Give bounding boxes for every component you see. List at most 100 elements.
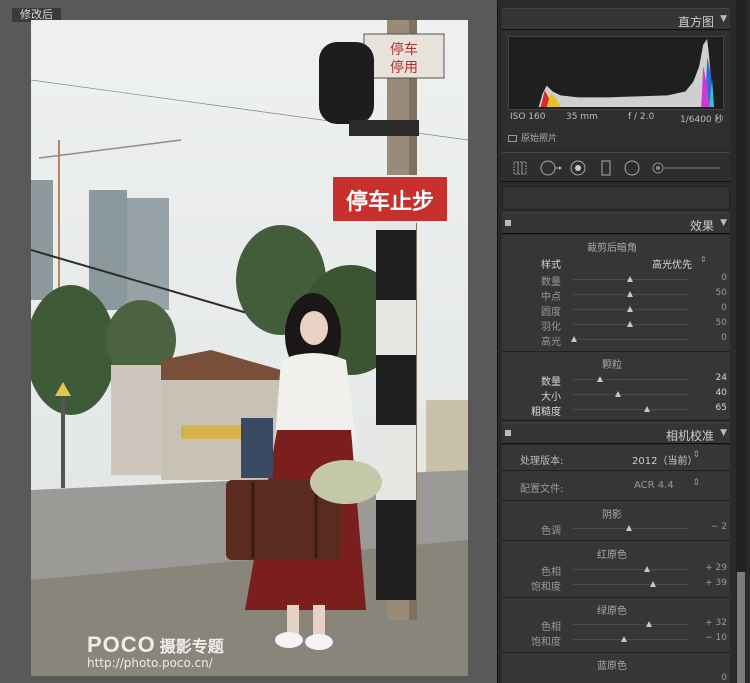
top-sign-line1: 停车 (390, 41, 418, 58)
adjustment-brush-slider-icon[interactable] (652, 160, 722, 176)
slider-value[interactable]: 0 (721, 333, 727, 343)
histogram-title: 直方图 (677, 15, 714, 29)
tool-strip (502, 152, 730, 182)
panel-switch-icon[interactable] (505, 430, 511, 436)
focal-length-value: 35 mm (566, 112, 598, 122)
spot-removal-icon[interactable] (540, 160, 562, 176)
camera-calibration-panel-header[interactable]: 相机校准 ▼ (502, 422, 730, 444)
dropdown-arrows-icon[interactable]: ⇕ (692, 478, 700, 488)
slider-row[interactable]: 数量 0 (502, 272, 730, 288)
process-version-value[interactable]: 2012（当前） (632, 452, 697, 467)
slider-thumb[interactable] (625, 525, 632, 531)
crop-overlay-icon[interactable] (512, 160, 528, 176)
slider-value[interactable]: 65 (716, 403, 727, 413)
slider-track[interactable] (572, 624, 688, 625)
blue-hue-value: 0 (721, 673, 727, 683)
slider-row[interactable]: 中点 50 (502, 287, 730, 303)
original-photo-label: 原始照片 (521, 134, 558, 144)
divider (502, 540, 730, 541)
slider-label: 高光 (541, 337, 561, 348)
slider-label: 色相 (541, 622, 561, 633)
graduated-filter-icon[interactable] (598, 160, 614, 176)
slider-row[interactable]: 圆度 0 (502, 302, 730, 318)
watermark-title: 摄影专题 (159, 637, 224, 656)
slider-row[interactable]: 高光 0 (502, 332, 730, 348)
slider-thumb[interactable] (645, 621, 652, 627)
slider-thumb[interactable] (596, 376, 603, 382)
profile-value[interactable]: ACR 4.4 (634, 480, 674, 491)
slider-value[interactable]: 0 (721, 303, 727, 313)
slider-track[interactable] (572, 639, 688, 640)
red-primary-heading: 红原色 (597, 550, 627, 561)
histogram-panel-header[interactable]: 直方图 ▼ (502, 8, 730, 30)
profile-label: 配置文件: (520, 484, 564, 495)
slider-thumb[interactable] (615, 391, 622, 397)
panel-switch-icon[interactable] (505, 220, 511, 226)
vignette-style-row[interactable]: 样式 高光优先 ⇕ (502, 255, 730, 271)
blue-hue-row[interactable]: 0 (502, 672, 730, 683)
original-photo-checkbox[interactable] (508, 135, 517, 142)
slider-row[interactable]: 数量 24 (502, 372, 730, 388)
vignette-style-value[interactable]: 高光优先 (652, 256, 692, 271)
slider-value[interactable]: 50 (716, 288, 727, 298)
slider-thumb[interactable] (649, 581, 656, 587)
iso-value: ISO 160 (510, 112, 546, 122)
process-version-row[interactable]: 处理版本: 2012（当前） ⇕ (502, 450, 730, 467)
watermark-brand: POCO (87, 632, 156, 657)
slider-value[interactable]: 50 (716, 318, 727, 328)
slider-value[interactable]: 40 (716, 388, 727, 398)
shadows-heading: 阴影 (602, 510, 622, 521)
slider-value[interactable]: − 10 (705, 633, 727, 643)
slider-row[interactable]: 饱和度 − 10 (502, 632, 730, 648)
slider-row[interactable]: 色相 + 32 (502, 617, 730, 633)
collapse-triangle-icon[interactable]: ▼ (720, 14, 727, 24)
slider-label: 粗糙度 (531, 407, 561, 418)
dropdown-arrows-icon[interactable]: ⇕ (700, 255, 707, 264)
histogram-graph[interactable] (508, 36, 724, 110)
slider-value[interactable]: + 39 (705, 578, 727, 588)
divider (502, 500, 730, 501)
slider-track[interactable] (572, 379, 688, 380)
slider-track[interactable] (572, 339, 688, 340)
slider-value[interactable]: + 29 (705, 563, 727, 573)
slider-track[interactable] (572, 394, 688, 395)
slider-thumb[interactable] (627, 321, 633, 327)
slider-row[interactable]: 大小 40 (502, 387, 730, 403)
radial-filter-icon[interactable] (624, 160, 640, 176)
slider-row[interactable]: 羽化 50 (502, 317, 730, 333)
red-eye-correction-icon[interactable] (570, 160, 586, 176)
sign-text: 停车止步 (346, 189, 434, 215)
slider-value[interactable]: 24 (716, 373, 727, 383)
panel-scrollbar-thumb[interactable] (737, 572, 745, 683)
slider-value[interactable]: 0 (721, 273, 727, 283)
slider-label: 色调 (541, 526, 561, 537)
original-photo-toggle[interactable]: 原始照片 (508, 131, 557, 144)
slider-track[interactable] (572, 569, 688, 570)
slider-row[interactable]: 饱和度 + 39 (502, 577, 730, 593)
slider-row[interactable]: 色调 − 2 (502, 521, 730, 537)
edited-photo[interactable]: 停车止步 停车 停用 POCO 摄影专题 http://photo.poco.c… (31, 20, 468, 676)
profile-row[interactable]: 配置文件: ACR 4.4 ⇕ (502, 478, 730, 495)
divider (502, 470, 730, 471)
post-crop-vignette-heading: 裁剪后暗角 (587, 243, 637, 254)
slider-track[interactable] (572, 584, 688, 585)
slider-thumb[interactable] (643, 566, 650, 572)
slider-value[interactable]: + 32 (705, 618, 727, 628)
collapse-triangle-icon[interactable]: ▼ (720, 428, 727, 438)
effects-panel-header[interactable]: 效果 ▼ (502, 212, 730, 234)
slider-thumb[interactable] (571, 336, 578, 342)
slider-thumb[interactable] (644, 406, 651, 412)
aperture-value: f / 2.0 (628, 112, 655, 122)
slider-thumb[interactable] (621, 636, 628, 642)
slider-thumb[interactable] (627, 291, 633, 297)
slider-thumb[interactable] (627, 276, 633, 282)
slider-row[interactable]: 粗糙度 65 (502, 402, 730, 418)
dropdown-arrows-icon[interactable]: ⇕ (692, 450, 700, 460)
slider-thumb[interactable] (627, 306, 633, 312)
collapse-triangle-icon[interactable]: ▼ (720, 218, 727, 228)
slider-track[interactable] (572, 409, 688, 410)
slider-row[interactable]: 色相 + 29 (502, 562, 730, 578)
slider-label: 饱和度 (531, 582, 561, 593)
shutter-value: 1/6400 秒 (680, 115, 724, 125)
slider-value[interactable]: − 2 (711, 522, 727, 532)
